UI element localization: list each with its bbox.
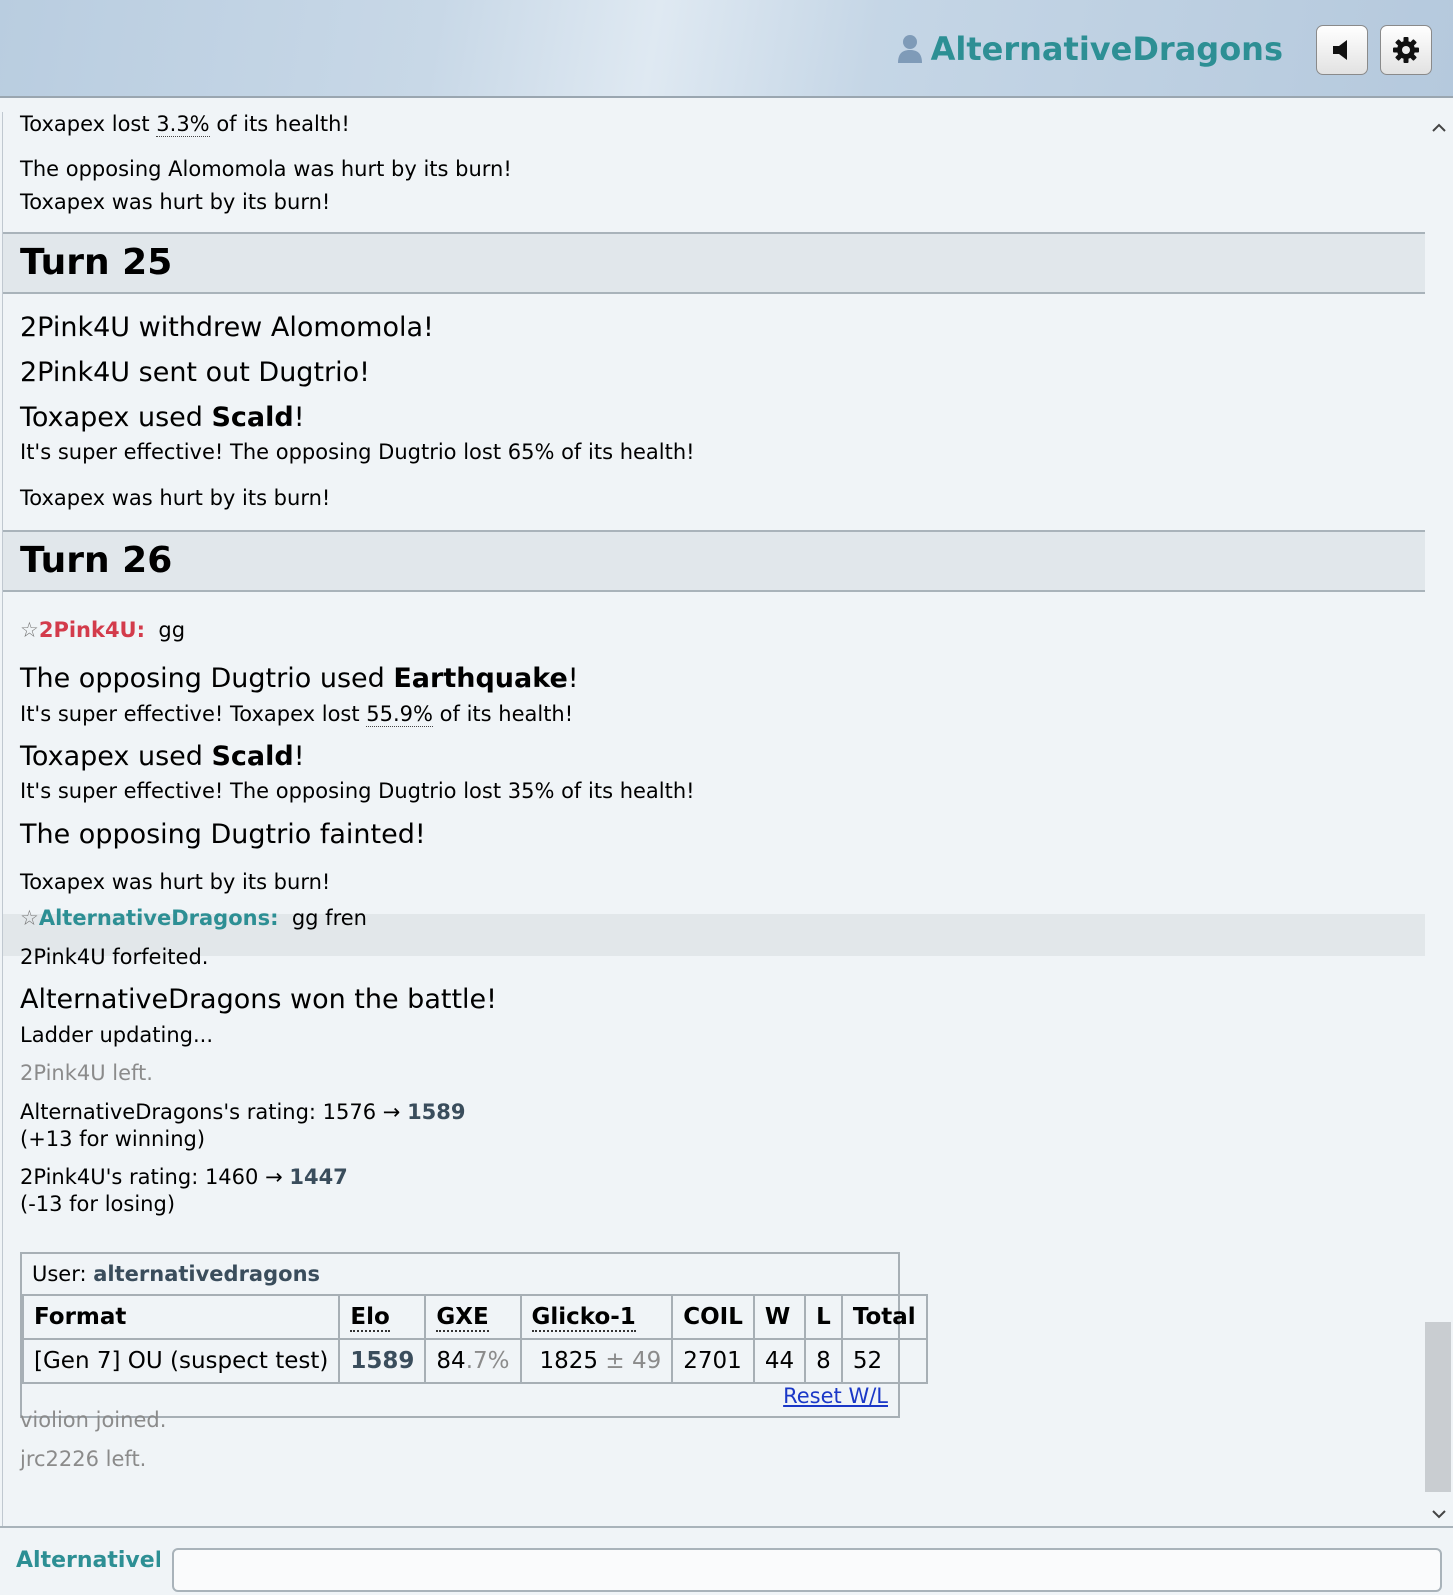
log-line: Toxapex lost 3.3% of its health! xyxy=(20,112,350,137)
chat-message: ☆2Pink4U: gg xyxy=(20,618,186,642)
cell-gxe: 84.7% xyxy=(424,1338,522,1384)
col-l: L xyxy=(804,1294,843,1340)
rating-line: AlternativeDragons's rating: 1576 → 1589 xyxy=(20,1100,466,1124)
speaker-icon xyxy=(1333,40,1347,60)
log-line: AlternativeDragons won the battle! xyxy=(20,984,497,1015)
log-line: 2Pink4U withdrew Alomomola! xyxy=(20,312,434,343)
log-line: 2Pink4U forfeited. xyxy=(20,945,209,969)
log-line: The opposing Dugtrio used Earthquake! xyxy=(20,663,579,694)
chat-bar: AlternativeDragons xyxy=(0,1526,1453,1595)
rating-note: (-13 for losing) xyxy=(20,1192,176,1216)
gear-icon xyxy=(1393,37,1419,63)
col-format: Format xyxy=(21,1294,341,1340)
col-total: Total xyxy=(840,1294,928,1340)
cell-glicko: 1825 ± 49 xyxy=(519,1338,674,1384)
health-percent[interactable]: 55.9% xyxy=(366,702,433,727)
col-glicko: Glicko-1 xyxy=(519,1294,674,1340)
cell-l: 8 xyxy=(804,1338,843,1384)
health-percent[interactable]: 3.3% xyxy=(156,112,210,137)
log-line: jrc2226 left. xyxy=(20,1447,147,1471)
scroll-down-arrow-icon[interactable] xyxy=(1425,1502,1453,1526)
chat-username[interactable]: 2Pink4U: xyxy=(39,618,145,642)
ladder-user: User: alternativedragons xyxy=(32,1262,321,1286)
move-name: Scald xyxy=(211,741,294,772)
user-menu[interactable]: AlternativeDragons xyxy=(897,30,1283,68)
rating-note: (+13 for winning) xyxy=(20,1127,206,1151)
log-scrollbar[interactable] xyxy=(1425,112,1453,1526)
log-line: 2Pink4U sent out Dugtrio! xyxy=(20,357,370,388)
log-line: Ladder updating... xyxy=(20,1023,214,1047)
turn-header: Turn 26 xyxy=(3,530,1425,592)
chat-message: ☆AlternativeDragons: gg fren xyxy=(20,906,367,930)
username-label: AlternativeDragons xyxy=(930,30,1283,68)
log-line: It's super effective! The opposing Dugtr… xyxy=(20,779,695,803)
chat-input[interactable] xyxy=(172,1548,1442,1592)
move-name: Scald xyxy=(211,402,294,433)
log-line: Toxapex used Scald! xyxy=(20,741,305,772)
battle-log[interactable]: Toxapex lost 3.3% of its health! The opp… xyxy=(2,112,1425,1526)
cell-w: 44 xyxy=(752,1338,807,1384)
log-line: Toxapex was hurt by its burn! xyxy=(20,190,331,214)
log-line: violion joined. xyxy=(20,1408,167,1432)
table-header: Format Elo GXE Glicko-1 COIL W L Total xyxy=(21,1294,928,1340)
scroll-up-arrow-icon[interactable] xyxy=(1425,116,1453,140)
sound-button[interactable] xyxy=(1316,25,1368,75)
table-row: [Gen 7] OU (suspect test) 1589 84.7% 182… xyxy=(21,1338,928,1384)
log-line: 2Pink4U left. xyxy=(20,1061,153,1085)
log-line: Toxapex was hurt by its burn! xyxy=(20,870,331,894)
turn-header: Turn 25 xyxy=(3,232,1425,294)
col-coil: COIL xyxy=(671,1294,755,1340)
turn-title: Turn 25 xyxy=(20,242,173,283)
log-line: It's super effective! Toxapex lost 55.9%… xyxy=(20,702,574,727)
log-line: The opposing Dugtrio fainted! xyxy=(20,819,426,850)
col-w: W xyxy=(752,1294,807,1340)
rating-table: Format Elo GXE Glicko-1 COIL W L Total [… xyxy=(21,1294,928,1384)
log-line: Toxapex used Scald! xyxy=(20,402,305,433)
rating-line: 2Pink4U's rating: 1460 → 1447 xyxy=(20,1165,348,1189)
log-line: Toxapex was hurt by its burn! xyxy=(20,486,331,510)
reset-wl-link[interactable]: Reset W/L xyxy=(783,1384,888,1408)
log-line: The opposing Alomomola was hurt by its b… xyxy=(20,157,512,181)
scroll-thumb[interactable] xyxy=(1425,1322,1451,1492)
col-gxe: GXE xyxy=(424,1294,522,1340)
cell-total: 52 xyxy=(840,1338,928,1384)
col-elo: Elo xyxy=(338,1294,427,1340)
top-header: AlternativeDragons xyxy=(0,0,1453,98)
turn-title: Turn 26 xyxy=(20,540,173,581)
log-line: It's super effective! The opposing Dugtr… xyxy=(20,440,695,464)
user-icon xyxy=(897,35,922,63)
move-name: Earthquake xyxy=(393,663,568,694)
cell-coil: 2701 xyxy=(671,1338,755,1384)
settings-button[interactable] xyxy=(1380,25,1432,75)
chat-username-label: AlternativeDragons xyxy=(16,1548,160,1573)
cell-elo: 1589 xyxy=(338,1338,427,1384)
ladder-table: User: alternativedragons Format Elo GXE … xyxy=(20,1252,928,1418)
chat-username[interactable]: AlternativeDragons: xyxy=(39,906,279,930)
cell-format: [Gen 7] OU (suspect test) xyxy=(21,1338,341,1384)
